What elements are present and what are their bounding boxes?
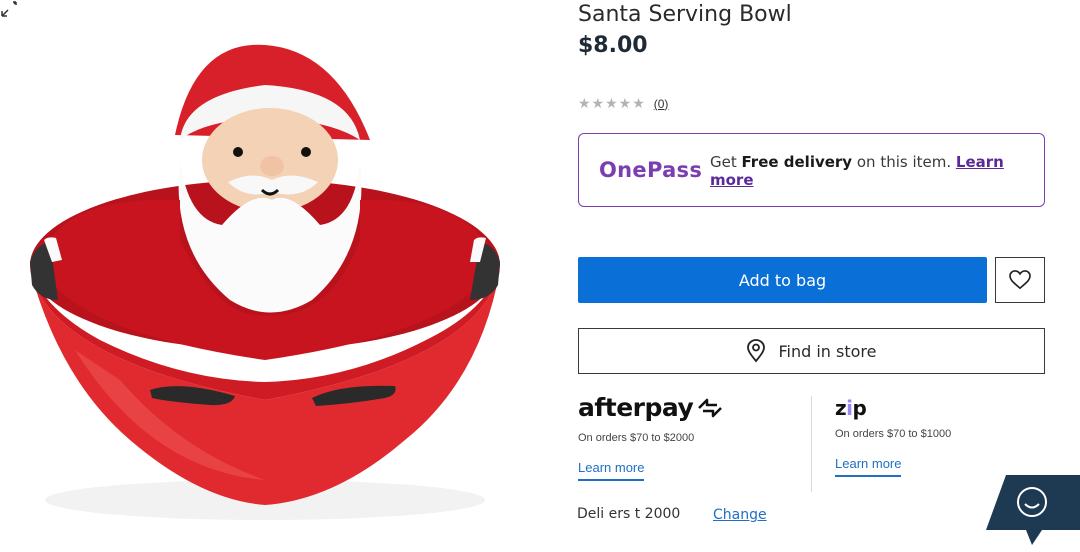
onepass-free-delivery: Free delivery bbox=[741, 153, 853, 171]
product-image bbox=[0, 0, 540, 552]
product-price: $8.00 bbox=[578, 33, 648, 58]
afterpay-terms: On orders $70 to $2000 bbox=[578, 432, 695, 444]
onepass-text-prefix: Get bbox=[710, 153, 742, 171]
zip-learn-more-link[interactable]: Learn more bbox=[835, 456, 902, 477]
onepass-banner: OnePass Get Free delivery on this item. … bbox=[578, 133, 1045, 207]
onepass-text-suffix: on this item. bbox=[852, 153, 956, 171]
onepass-message: Get Free delivery on this item. Learn mo… bbox=[710, 153, 1020, 189]
find-in-store-label: Find in store bbox=[778, 341, 877, 361]
star-rating: ★★★★★ bbox=[578, 95, 646, 111]
payment-divider bbox=[811, 396, 812, 492]
afterpay-arrows-icon bbox=[698, 398, 723, 417]
zip-logo-z: z bbox=[835, 396, 847, 420]
santa-bowl-illustration bbox=[30, 44, 500, 520]
chat-widget[interactable] bbox=[986, 475, 1080, 552]
zip-logo: zip bbox=[835, 396, 1035, 420]
find-in-store-button[interactable]: Find in store bbox=[578, 328, 1045, 374]
delivery-postcode: Deli ers t 2000 bbox=[577, 506, 681, 522]
afterpay-learn-more-link[interactable]: Learn more bbox=[578, 460, 645, 481]
change-postcode-link[interactable]: Change bbox=[713, 507, 767, 523]
zip-section: zip On orders $70 to $1000 Learn more bbox=[835, 396, 1035, 477]
rating[interactable]: ★★★★★ (0) bbox=[578, 95, 668, 112]
add-to-bag-button[interactable]: Add to bag bbox=[578, 257, 987, 303]
onepass-logo: OnePass bbox=[599, 158, 703, 182]
heart-icon bbox=[1009, 270, 1031, 290]
zip-terms: On orders $70 to $1000 bbox=[835, 428, 952, 440]
review-count-link[interactable]: (0) bbox=[654, 97, 669, 111]
afterpay-wordmark: afterpay bbox=[578, 393, 694, 422]
afterpay-logo: afterpay bbox=[578, 393, 798, 422]
expand-icon[interactable] bbox=[0, 0, 18, 18]
map-pin-icon bbox=[747, 339, 766, 363]
afterpay-section: afterpay On orders $70 to $2000 Learn mo… bbox=[578, 393, 798, 481]
product-title: Santa Serving Bowl bbox=[578, 2, 792, 27]
wishlist-button[interactable] bbox=[995, 257, 1045, 303]
zip-logo-p: p bbox=[852, 396, 867, 420]
